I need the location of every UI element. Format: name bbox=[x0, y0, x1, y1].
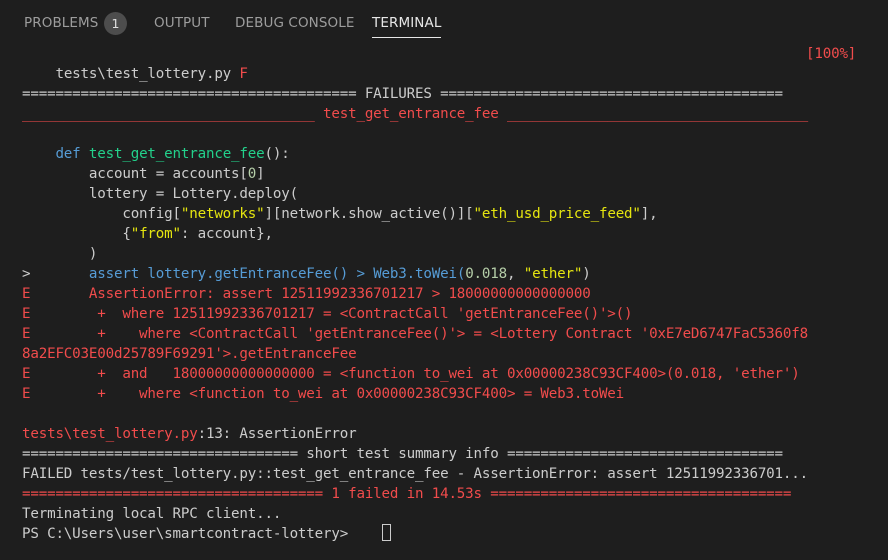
code-line-from: {"from": account}, bbox=[22, 226, 273, 242]
error-line: E + where <ContractCall 'getEntranceFee(… bbox=[22, 326, 808, 342]
code-line-lottery: lottery = Lottery.deploy( bbox=[22, 186, 298, 202]
error-line: 8a2EFC03E00d25789F69291'>.getEntranceFee bbox=[22, 346, 357, 362]
test-progress-percent: [100%] bbox=[806, 46, 857, 62]
code-line-account: account = accounts[0] bbox=[22, 166, 265, 182]
terminal-cursor bbox=[382, 524, 391, 541]
error-line: E AssertionError: assert 125119923367012… bbox=[22, 286, 591, 302]
test-name-header: ___________________________________ test… bbox=[22, 106, 808, 122]
error-line: E + and 18000000000000000 = <function to… bbox=[22, 366, 800, 382]
code-line-def: def test_get_entrance_fee(): bbox=[22, 146, 290, 162]
shell-prompt: PS C:\Users\user\smartcontract-lottery> bbox=[22, 526, 357, 542]
tab-terminal-label: TERMINAL bbox=[372, 15, 442, 31]
code-line-assert: > assert lottery.getEntranceFee() > Web3… bbox=[22, 266, 591, 282]
panel-tab-bar: PROBLEMS 1 OUTPUT DEBUG CONSOLE TERMINAL bbox=[0, 0, 888, 44]
tab-terminal[interactable]: TERMINAL bbox=[372, 15, 442, 38]
terminating-message: Terminating local RPC client... bbox=[22, 506, 282, 522]
failed-summary-line: FAILED tests/test_lottery.py::test_get_e… bbox=[22, 466, 808, 482]
tab-debug-console[interactable]: DEBUG CONSOLE bbox=[235, 15, 355, 31]
top-strip bbox=[0, 0, 888, 3]
code-line-config: config["networks"][network.show_active()… bbox=[22, 206, 658, 222]
active-tab-indicator bbox=[372, 37, 442, 38]
problems-count-badge: 1 bbox=[104, 12, 127, 35]
error-line: E + where <function to_wei at 0x00000238… bbox=[22, 386, 625, 402]
failures-header: ========================================… bbox=[22, 86, 783, 102]
terminal-output[interactable]: tests\test_lottery.py F [100%] =========… bbox=[0, 44, 888, 560]
result-line: ==================================== 1 f… bbox=[22, 486, 792, 502]
test-result-flag: F bbox=[239, 66, 248, 82]
error-location: tests\test_lottery.py:13: AssertionError bbox=[22, 426, 357, 442]
tab-problems[interactable]: PROBLEMS bbox=[24, 15, 98, 31]
summary-header: ================================= short … bbox=[22, 446, 783, 462]
tab-output[interactable]: OUTPUT bbox=[154, 15, 210, 31]
test-progress-line: tests\test_lottery.py F bbox=[22, 44, 248, 82]
test-file-path: tests\test_lottery.py bbox=[55, 66, 240, 82]
code-line-close: ) bbox=[22, 246, 98, 262]
error-line: E + where 12511992336701217 = <ContractC… bbox=[22, 306, 633, 322]
